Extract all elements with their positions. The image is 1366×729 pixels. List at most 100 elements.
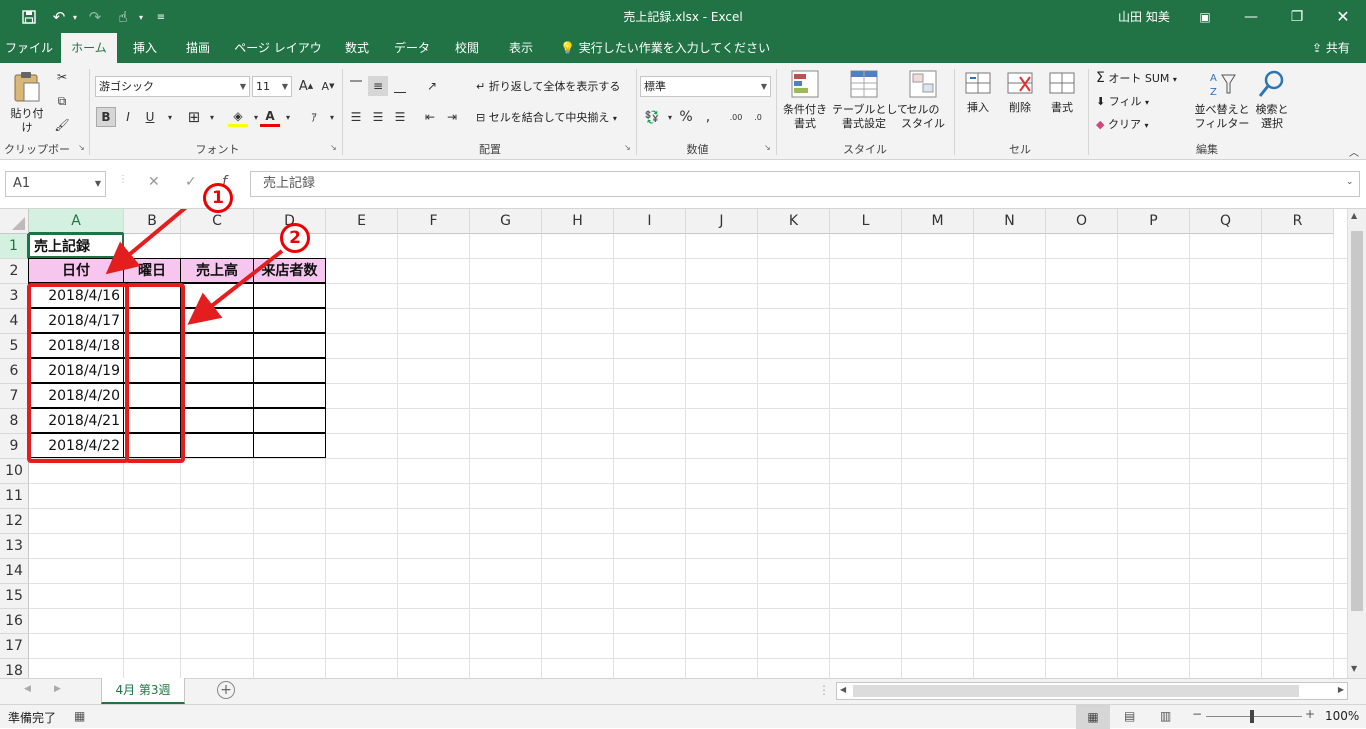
- row-header-12[interactable]: 12: [0, 509, 29, 534]
- column-header-l[interactable]: L: [830, 209, 902, 234]
- font-color-icon[interactable]: A: [260, 107, 280, 127]
- increase-decimal-button[interactable]: .00: [726, 107, 746, 127]
- zoom-slider[interactable]: [1206, 716, 1302, 717]
- scroll-thumb[interactable]: [1351, 231, 1363, 611]
- cut-icon[interactable]: ✂: [52, 67, 72, 87]
- horizontal-scrollbar[interactable]: ◀ ▶: [836, 682, 1348, 700]
- user-name[interactable]: 山田 知美: [1118, 8, 1170, 25]
- copy-icon[interactable]: ⧉: [52, 91, 72, 111]
- clear-button[interactable]: ◆ クリア ▾: [1096, 118, 1148, 133]
- scroll-up-icon[interactable]: ▲: [1351, 211, 1357, 220]
- grow-font-icon[interactable]: A ▲: [296, 76, 316, 96]
- column-header-k[interactable]: K: [758, 209, 830, 234]
- format-cells-button[interactable]: 書式: [1042, 69, 1082, 115]
- column-header-n[interactable]: N: [974, 209, 1046, 234]
- vertical-scrollbar[interactable]: ▲ ▼: [1347, 209, 1366, 678]
- tell-me-search[interactable]: 💡 実行したい作業を入力してください: [560, 33, 770, 63]
- ribbon-display-icon[interactable]: ▣: [1182, 0, 1228, 33]
- maximize-button[interactable]: ❐: [1274, 0, 1320, 33]
- name-box[interactable]: A1 ▼: [5, 171, 106, 197]
- align-top-icon[interactable]: ⎺: [346, 76, 366, 96]
- percent-button[interactable]: %: [676, 107, 696, 127]
- conditional-formatting-button[interactable]: 条件付き 書式: [780, 69, 830, 131]
- row-header-16[interactable]: 16: [0, 609, 29, 634]
- tab-view[interactable]: 表示: [498, 33, 544, 63]
- alignment-launcher-icon[interactable]: ↘: [624, 143, 631, 152]
- font-name-combo[interactable]: 游ゴシック ▼: [95, 76, 250, 97]
- fill-button[interactable]: ⬇ フィル ▾: [1096, 95, 1149, 110]
- row-header-13[interactable]: 13: [0, 534, 29, 559]
- scroll-down-icon[interactable]: ▼: [1351, 664, 1357, 673]
- increase-indent-icon[interactable]: ⇥: [442, 107, 462, 127]
- collapse-ribbon-icon[interactable]: ︿: [1344, 141, 1364, 161]
- underline-button[interactable]: U: [140, 107, 160, 127]
- format-as-table-button[interactable]: テーブルとして 書式設定: [832, 69, 908, 131]
- bold-button[interactable]: B: [96, 107, 116, 127]
- tab-insert[interactable]: 挿入: [122, 33, 168, 63]
- row-header-18[interactable]: 18: [0, 659, 29, 678]
- page-layout-view-icon[interactable]: ▤: [1124, 709, 1135, 723]
- tab-home[interactable]: ホーム: [61, 33, 117, 63]
- confirm-entry-icon[interactable]: ✓: [185, 174, 197, 190]
- sheet-tab-active[interactable]: 4月 第3週: [101, 678, 185, 704]
- fill-color-icon[interactable]: ◈: [228, 107, 248, 127]
- macro-record-icon[interactable]: ▦: [74, 709, 85, 723]
- borders-dropdown-icon[interactable]: ▾: [202, 107, 222, 127]
- zoom-slider-thumb[interactable]: [1250, 710, 1254, 723]
- align-left-icon[interactable]: ☰: [346, 107, 366, 127]
- autosum-button[interactable]: Σ オート SUM ▾: [1096, 71, 1177, 87]
- column-header-i[interactable]: I: [614, 209, 686, 234]
- number-format-combo[interactable]: 標準 ▼: [640, 76, 771, 97]
- italic-button[interactable]: I: [118, 107, 138, 127]
- add-sheet-icon[interactable]: +: [217, 681, 235, 699]
- row-header-14[interactable]: 14: [0, 559, 29, 584]
- column-header-r[interactable]: R: [1262, 209, 1334, 234]
- accounting-format-icon[interactable]: 💱: [642, 107, 662, 127]
- column-header-h[interactable]: H: [542, 209, 614, 234]
- cancel-entry-icon[interactable]: ✕: [148, 174, 160, 190]
- align-center-icon[interactable]: ☰: [368, 107, 388, 127]
- align-bottom-icon[interactable]: ⎽: [390, 76, 410, 96]
- page-break-view-icon[interactable]: ▥: [1160, 709, 1171, 723]
- formula-input[interactable]: 売上記録: [250, 171, 1360, 197]
- tab-split-handle-icon[interactable]: ⋮: [818, 683, 830, 697]
- font-color-dropdown-icon[interactable]: ▾: [278, 107, 298, 127]
- wrap-text-button[interactable]: ↵ 折り返して全体を表示する: [476, 80, 620, 94]
- phonetic-icon[interactable]: ｱ: [304, 107, 324, 127]
- zoom-in-icon[interactable]: +: [1305, 707, 1315, 721]
- zoom-level[interactable]: 100%: [1325, 709, 1359, 723]
- horizontal-scroll-thumb[interactable]: [853, 685, 1299, 697]
- font-size-combo[interactable]: 11 ▼: [252, 76, 292, 97]
- expand-formula-icon[interactable]: ⌄: [1346, 177, 1354, 187]
- next-sheet-icon[interactable]: ▶: [54, 684, 61, 694]
- phonetic-dropdown-icon[interactable]: ▾: [322, 107, 342, 127]
- scroll-left-icon[interactable]: ◀: [840, 685, 846, 694]
- cell-styles-button[interactable]: セルの スタイル: [898, 69, 948, 131]
- minimize-button[interactable]: —: [1228, 0, 1274, 33]
- delete-cells-button[interactable]: 削除: [1000, 69, 1040, 115]
- align-right-icon[interactable]: ☰: [390, 107, 410, 127]
- column-header-m[interactable]: M: [902, 209, 974, 234]
- tab-formulas[interactable]: 数式: [334, 33, 380, 63]
- comma-button[interactable]: ,: [698, 107, 718, 127]
- insert-cells-button[interactable]: 挿入: [958, 69, 998, 115]
- column-header-p[interactable]: P: [1118, 209, 1190, 234]
- column-header-o[interactable]: O: [1046, 209, 1118, 234]
- column-header-j[interactable]: J: [686, 209, 758, 234]
- sort-filter-button[interactable]: AZ 並べ替えと フィルター: [1192, 69, 1252, 131]
- number-launcher-icon[interactable]: ↘: [764, 143, 771, 152]
- format-painter-icon[interactable]: 🖌: [52, 115, 72, 135]
- zoom-out-icon[interactable]: −: [1192, 707, 1202, 721]
- worksheet-grid[interactable]: ABCDEFGHIJKLMNOPQR 1 2 3 4 5 6 7 8 9 10 11 12 13 14 15…: [0, 209, 1347, 678]
- underline-dropdown-icon[interactable]: ▾: [160, 107, 180, 127]
- find-select-button[interactable]: 検索と 選択: [1252, 69, 1292, 131]
- tab-file[interactable]: ファイル: [0, 33, 58, 63]
- clipboard-launcher-icon[interactable]: ↘: [78, 143, 85, 152]
- row-header-15[interactable]: 15: [0, 584, 29, 609]
- prev-sheet-icon[interactable]: ◀: [24, 684, 31, 694]
- row-header-11[interactable]: 11: [0, 484, 29, 509]
- share-button[interactable]: ⇪ 共有: [1312, 33, 1350, 63]
- column-header-q[interactable]: Q: [1190, 209, 1262, 234]
- font-launcher-icon[interactable]: ↘: [330, 143, 337, 152]
- tab-review[interactable]: 校閲: [444, 33, 490, 63]
